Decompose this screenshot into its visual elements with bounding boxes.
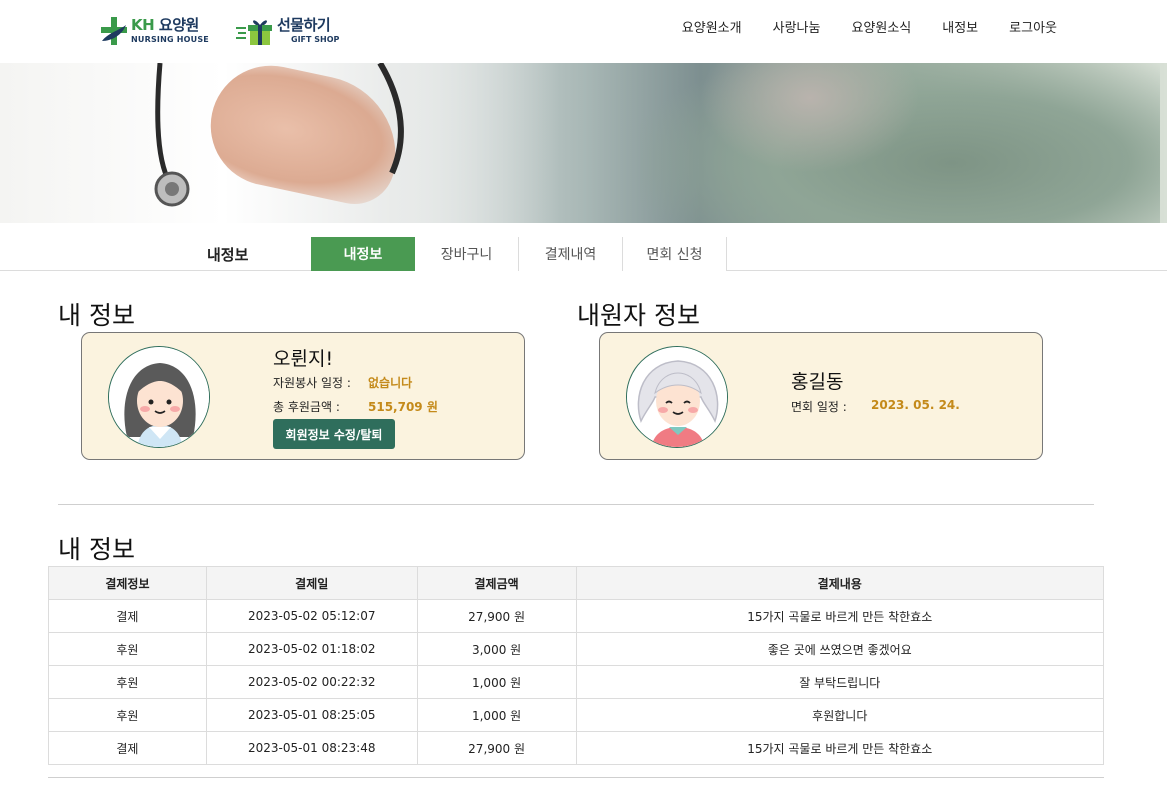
user-name: 오륀지! — [273, 348, 334, 370]
logo-subtitle: NURSING HOUSE — [131, 35, 209, 44]
kh-nursing-house-logo[interactable]: KH 요양원 NURSING HOUSE — [100, 14, 209, 48]
volunteer-schedule-value: 없습니다 — [368, 376, 413, 390]
cell-amount: 27,900 원 — [416, 731, 577, 765]
cell-type: 결제 — [48, 599, 207, 633]
woman-avatar-icon — [109, 347, 209, 447]
payment-section-title: 내 정보 — [58, 535, 135, 564]
logo-name: 요양원 — [158, 16, 199, 34]
my-info-card: 오륀지! 자원봉사 일정 : 없습니다 총 후원금액 : 515,709 원 회… — [81, 332, 525, 460]
resident-info-card: 홍길동 면회 일정 : 2023. 05. 24. — [599, 332, 1043, 460]
resident-info-title: 내원자 정보 — [577, 301, 700, 330]
my-info-title: 내 정보 — [58, 301, 135, 330]
nav-news[interactable]: 요양원소식 — [851, 17, 911, 36]
cell-date: 2023-05-02 01:18:02 — [205, 632, 418, 666]
cell-amount: 27,900 원 — [416, 599, 577, 633]
user-avatar — [108, 346, 210, 448]
grandmother-avatar-icon — [627, 347, 727, 447]
col-payment-date: 결제일 — [205, 566, 418, 600]
total-donation-value: 515,709 원 — [368, 400, 438, 414]
table-row: 결제 2023-05-02 05:12:07 27,900 원 15가지 곡물로… — [48, 599, 1105, 633]
table-row: 결제 2023-05-01 08:23:48 27,900 원 15가지 곡물로… — [48, 731, 1105, 765]
visit-schedule-label: 면회 일정 : — [791, 400, 847, 414]
col-payment-detail: 결제내용 — [575, 566, 1105, 600]
cell-detail: 15가지 곡물로 바르게 만든 착한효소 — [575, 731, 1105, 765]
table-bottom-divider — [48, 777, 1104, 778]
payment-history-table: 결제정보 결제일 결제금액 결제내용 결제 2023-05-02 05:12:0… — [48, 566, 1105, 765]
table-row: 후원 2023-05-02 01:18:02 3,000 원 좋은 곳에 쓰였으… — [48, 632, 1105, 666]
tab-list: 내정보 장바구니 결제내역 면회 신청 — [311, 237, 727, 271]
logo-brand: KH — [131, 16, 155, 34]
nav-my-info[interactable]: 내정보 — [942, 17, 978, 36]
nav-logout[interactable]: 로그아웃 — [1009, 17, 1057, 36]
cell-date: 2023-05-01 08:25:05 — [205, 698, 418, 732]
resident-name: 홍길동 — [791, 371, 844, 393]
tab-payment-history[interactable]: 결제내역 — [519, 237, 623, 271]
cell-date: 2023-05-02 05:12:07 — [205, 599, 418, 633]
gift-shop-logo[interactable]: 선물하기 GIFT SHOP — [236, 14, 339, 48]
visit-schedule-value: 2023. 05. 24. — [871, 398, 960, 412]
gift-logo-name: 선물하기 — [277, 16, 331, 34]
cross-leaf-icon — [101, 17, 127, 45]
cell-date: 2023-05-02 00:22:32 — [205, 665, 418, 699]
tab-cart[interactable]: 장바구니 — [415, 237, 519, 271]
cell-amount: 1,000 원 — [416, 698, 577, 732]
cell-type: 후원 — [48, 698, 207, 732]
cell-detail: 후원합니다 — [575, 698, 1105, 732]
section-divider — [58, 504, 1094, 505]
stethoscope-icon — [154, 63, 404, 207]
cell-detail: 좋은 곳에 쓰였으면 좋겠어요 — [575, 632, 1105, 666]
col-payment-info: 결제정보 — [48, 566, 207, 600]
total-donation-label: 총 후원금액 : — [273, 400, 340, 414]
edit-membership-button[interactable]: 회원정보 수정/탈퇴 — [273, 419, 395, 449]
tab-bar-heading: 내정보 — [207, 246, 249, 264]
table-row: 후원 2023-05-01 08:25:05 1,000 원 후원합니다 — [48, 698, 1105, 732]
cell-amount: 3,000 원 — [416, 632, 577, 666]
table-row: 후원 2023-05-02 00:22:32 1,000 원 잘 부탁드립니다 — [48, 665, 1105, 699]
section-tab-bar: 내정보 내정보 장바구니 결제내역 면회 신청 — [0, 223, 1167, 271]
cell-detail: 15가지 곡물로 바르게 만든 착한효소 — [575, 599, 1105, 633]
main-nav: 요양원소개 사랑나눔 요양원소식 내정보 로그아웃 — [651, 17, 1057, 36]
gift-box-icon — [236, 20, 272, 45]
table-header-row: 결제정보 결제일 결제금액 결제내용 — [48, 566, 1105, 600]
tab-visit-request[interactable]: 면회 신청 — [623, 237, 727, 271]
nav-sharing-love[interactable]: 사랑나눔 — [773, 17, 821, 36]
cell-type: 후원 — [48, 632, 207, 666]
cell-detail: 잘 부탁드립니다 — [575, 665, 1105, 699]
col-payment-amount: 결제금액 — [416, 566, 577, 600]
tab-my-info[interactable]: 내정보 — [311, 237, 415, 271]
site-header: KH 요양원 NURSING HOUSE 선물하기 GIFT SHOP 요양원소… — [0, 0, 1167, 63]
cell-date: 2023-05-01 08:23:48 — [205, 731, 418, 765]
nav-about[interactable]: 요양원소개 — [682, 17, 742, 36]
cell-amount: 1,000 원 — [416, 665, 577, 699]
gift-logo-subtitle: GIFT SHOP — [291, 35, 340, 44]
volunteer-schedule-label: 자원봉사 일정 : — [273, 376, 351, 390]
resident-avatar — [626, 346, 728, 448]
cell-type: 후원 — [48, 665, 207, 699]
hero-banner-image — [0, 63, 1167, 223]
cell-type: 결제 — [48, 731, 207, 765]
